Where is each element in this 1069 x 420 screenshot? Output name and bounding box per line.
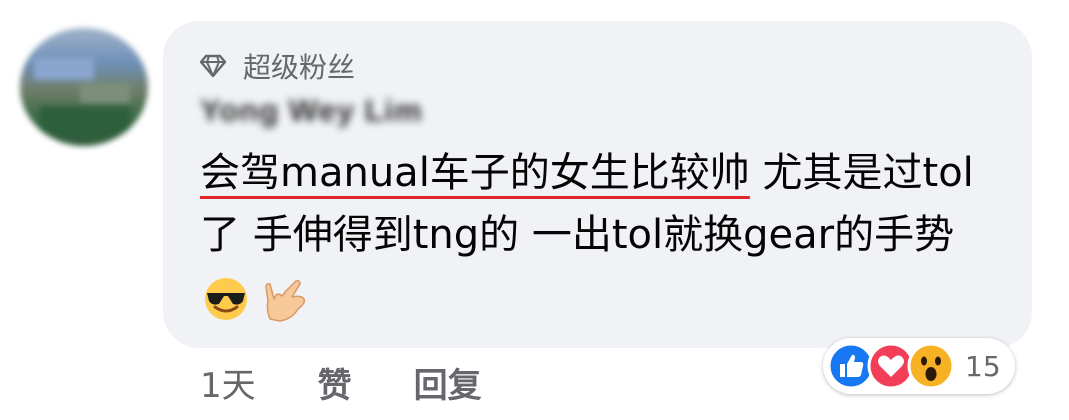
reactions-summary[interactable]: 15 xyxy=(823,338,1015,394)
underlined-text: 会驾manual车子的女生比较帅 xyxy=(200,150,750,196)
reply-button[interactable]: 回复 xyxy=(414,358,482,407)
author-name[interactable]: Yong Wey Lim xyxy=(200,92,468,130)
top-fan-badge[interactable]: 超级粉丝 xyxy=(197,46,355,86)
reaction-count: 15 xyxy=(965,349,1001,383)
wow-reaction-icon xyxy=(907,342,955,390)
comment-text: 会驾manual车子的女生比较帅 尤其是过tol了 手伸得到tng的 一出tol… xyxy=(200,142,1010,328)
love-you-gesture-icon xyxy=(256,275,312,323)
diamond-icon xyxy=(197,54,229,78)
like-button[interactable]: 赞 xyxy=(318,358,352,407)
timestamp[interactable]: 1天 xyxy=(200,358,256,407)
smiling-face-with-sunglasses-icon xyxy=(200,275,256,323)
badge-label: 超级粉丝 xyxy=(243,51,356,84)
avatar[interactable] xyxy=(20,28,148,146)
comment-actions: 1天 赞 回复 xyxy=(200,356,482,408)
author-name-text: Yong Wey Lim xyxy=(200,93,423,128)
